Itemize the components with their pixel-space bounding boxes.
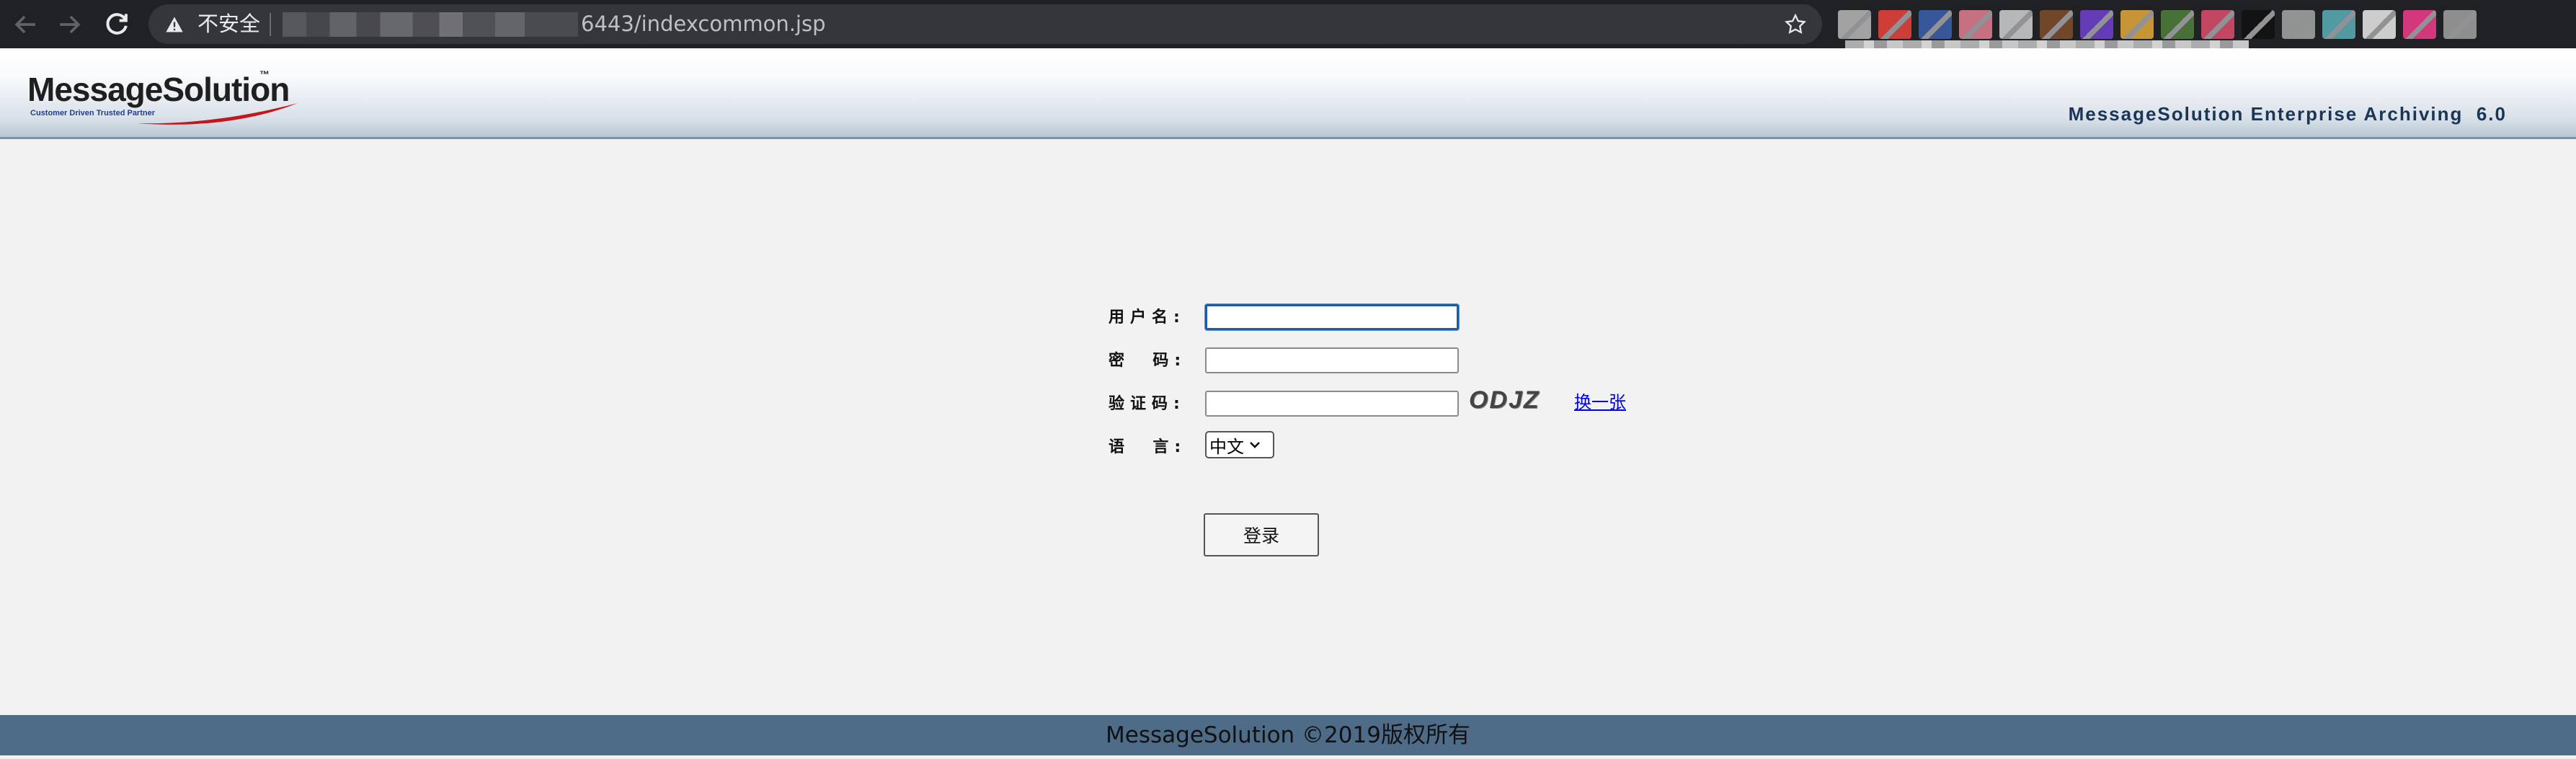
reload-button[interactable] — [101, 9, 133, 40]
url-text[interactable]: 6443/indexcommon.jsp — [581, 4, 826, 44]
arrow-right-icon — [60, 15, 81, 34]
captcha-image: ODJZ — [1469, 386, 1540, 414]
extension-toolbar — [1838, 6, 2576, 43]
bookmark-star-icon[interactable] — [1783, 12, 1808, 37]
logo-tagline: Customer Driven Trusted Partner — [30, 109, 155, 117]
address-bar[interactable]: 不安全 6443/indexcommon.jsp — [148, 4, 1822, 44]
extension-icon[interactable] — [2161, 10, 2194, 39]
extension-icon[interactable] — [2040, 10, 2073, 39]
extension-icon[interactable] — [2363, 10, 2396, 39]
language-select[interactable]: 中文 — [1205, 431, 1274, 458]
logo-swoosh-icon — [137, 103, 298, 125]
page-footer: MessageSolution ©2019版权所有 — [0, 715, 2576, 755]
product-name: MessageSolution Enterprise Archiving 6.0 — [2068, 103, 2507, 125]
extension-icon[interactable] — [1878, 10, 1911, 39]
captcha-input[interactable] — [1205, 391, 1459, 417]
extension-icon[interactable] — [1838, 10, 1871, 39]
extension-icon[interactable] — [2443, 10, 2477, 39]
extension-icon[interactable] — [2322, 10, 2355, 39]
captcha-label: 验证码: — [1109, 395, 1186, 413]
extension-icon[interactable] — [2242, 10, 2275, 39]
extension-icon[interactable] — [1959, 10, 1992, 39]
chevron-down-icon — [1250, 442, 1260, 448]
language-selected-value: 中文 — [1209, 436, 1244, 457]
password-label: 密 码: — [1109, 352, 1187, 370]
extension-icon[interactable] — [2201, 10, 2234, 39]
extension-icon[interactable] — [1919, 10, 1952, 39]
reload-icon — [106, 13, 128, 35]
url-divider — [270, 13, 271, 36]
warning-icon — [166, 17, 183, 32]
login-button[interactable]: 登录 — [1204, 513, 1319, 556]
extension-icon[interactable] — [2403, 10, 2436, 39]
arrow-left-icon — [14, 15, 35, 34]
language-label: 语 言: — [1109, 438, 1187, 456]
back-button[interactable] — [10, 9, 42, 40]
url-redacted-host — [283, 12, 578, 37]
password-input[interactable] — [1205, 347, 1459, 373]
username-input[interactable] — [1205, 304, 1459, 330]
extension-icon[interactable] — [2120, 10, 2154, 39]
extension-icon[interactable] — [2282, 10, 2315, 39]
username-label: 用户名: — [1109, 309, 1186, 327]
app-header: MessageSolution ™ Customer Driven Truste… — [0, 48, 2576, 139]
captcha-refresh-link[interactable]: 换一张 — [1574, 388, 1626, 413]
extension-icon[interactable] — [2080, 10, 2113, 39]
copyright-text: MessageSolution ©2019版权所有 — [1106, 722, 1470, 748]
logo-trademark: ™ — [259, 68, 270, 80]
extension-icon[interactable] — [1999, 10, 2033, 39]
forward-button[interactable] — [53, 9, 85, 40]
messagesolution-logo: MessageSolution ™ Customer Driven Truste… — [27, 68, 298, 135]
security-status[interactable]: 不安全 — [197, 4, 260, 44]
